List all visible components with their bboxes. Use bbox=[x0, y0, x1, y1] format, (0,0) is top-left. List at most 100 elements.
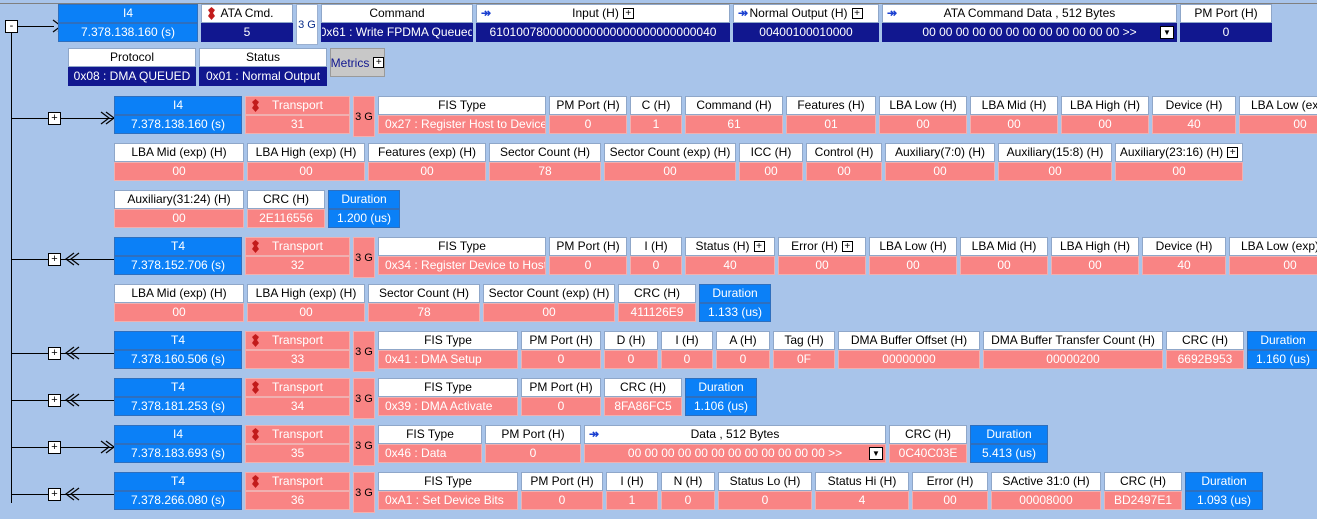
field-header-label: Normal Output (H) bbox=[749, 6, 848, 20]
field-auxiliary-31-24-h: Auxiliary(31:24) (H) 00 bbox=[114, 190, 244, 228]
dropdown-caret-icon[interactable]: ▼ bbox=[1160, 26, 1174, 39]
metrics-button[interactable]: Metrics + bbox=[330, 48, 385, 77]
field-auxiliary-15-8-h: Auxiliary(15:8) (H) 00 bbox=[998, 143, 1112, 181]
field-dma-buffer-offset-h: DMA Buffer Offset (H) 00000000 bbox=[838, 331, 980, 372]
field-sector-count-h: Sector Count (H) 78 bbox=[368, 284, 480, 322]
field-value-text: 0 bbox=[627, 352, 635, 366]
field-header-label: Transport bbox=[272, 239, 323, 253]
field-value-text: 0xA1 : Set Device Bits bbox=[385, 493, 504, 507]
speed-indicator: 3 G bbox=[353, 331, 375, 372]
field-header-label: T4 bbox=[170, 474, 185, 488]
field-pm-port-h: PM Port (H) 0 bbox=[521, 378, 601, 419]
field-value-text: 7.378.138.160 (s) bbox=[130, 117, 226, 131]
tree-branch bbox=[18, 26, 54, 27]
field-value: 4 bbox=[815, 491, 909, 510]
field-header: LBA Mid (H) bbox=[970, 96, 1058, 115]
field-sector-count-exp-h: Sector Count (exp) (H) 00 bbox=[483, 284, 615, 322]
field-header: N (H) bbox=[661, 472, 715, 491]
field-header: PM Port (H) bbox=[521, 331, 601, 350]
transport-cell: Transport 36 bbox=[245, 472, 350, 513]
field-tag-h: Tag (H) 0F bbox=[773, 331, 835, 372]
field-value: 411126E9 bbox=[618, 303, 696, 322]
field-value: 00 bbox=[368, 162, 486, 181]
field-value-text: 1 bbox=[652, 117, 660, 131]
field-value: 0xA1 : Set Device Bits bbox=[378, 491, 518, 510]
tree-toggle-frame-set-device-bits[interactable]: + bbox=[48, 488, 61, 501]
field-header-label: LBA Low (exp) (H) bbox=[1240, 239, 1317, 253]
field-value: 00 bbox=[869, 256, 957, 275]
field-header-label: N (H) bbox=[673, 474, 703, 488]
field-value-text: 00 bbox=[997, 258, 1011, 272]
field-header-label: T4 bbox=[170, 239, 185, 253]
field-value: 1 bbox=[606, 491, 658, 510]
field-value-text: 00 bbox=[1048, 164, 1062, 178]
field-duration: Duration 1.093 (us) bbox=[1185, 472, 1263, 513]
field-value: 34 bbox=[245, 397, 350, 416]
field-value: 7.378.160.506 (s) bbox=[114, 350, 242, 369]
field-value: 32 bbox=[245, 256, 350, 275]
field-value: 00400100010000 bbox=[733, 23, 879, 42]
field-header-label: LBA High (exp) (H) bbox=[255, 145, 357, 159]
ata-command-cell: ATA Cmd. 5 bbox=[201, 4, 293, 42]
field-value: 1.160 (us) bbox=[1247, 350, 1317, 369]
frame-line: I4 7.378.183.693 (s) Transport 35 3 G FIS Typ… bbox=[114, 425, 1051, 466]
field-value-text: 40 bbox=[1187, 117, 1201, 131]
tree-toggle-root[interactable]: - bbox=[5, 20, 18, 33]
tree-toggle-frame-register-host-to-device[interactable]: + bbox=[48, 112, 61, 125]
tree-toggle-frame-dma-activate[interactable]: + bbox=[48, 394, 61, 407]
field-header-label: LBA High (H) bbox=[1059, 239, 1131, 253]
field-value: 0x01 : Normal Output bbox=[199, 67, 327, 86]
field-header: Device (H) bbox=[1152, 96, 1236, 115]
field-header: CRC (H) bbox=[618, 284, 696, 303]
field-value: 00 bbox=[604, 162, 736, 181]
field-value-text: 40 bbox=[1177, 258, 1191, 272]
field-header-label: Status Hi (H) bbox=[827, 474, 897, 488]
tree-toggle-frame-register-device-to-host[interactable]: + bbox=[48, 253, 61, 266]
field-header: SActive 31:0 (H) bbox=[991, 472, 1101, 491]
field-value: 01 bbox=[786, 115, 876, 134]
field-header: Device (H) bbox=[1142, 237, 1226, 256]
field-header: Status Hi (H) bbox=[815, 472, 909, 491]
field-header-label: I (H) bbox=[620, 474, 644, 488]
speed-indicator: 3 G bbox=[353, 425, 375, 466]
field-header: Duration bbox=[328, 190, 400, 209]
field-pm-port-h: PM Port (H) 0 bbox=[549, 96, 627, 137]
field-value: 0 bbox=[716, 350, 770, 369]
expand-field-button[interactable]: + bbox=[622, 8, 634, 19]
field-header: Auxiliary(23:16) (H) + bbox=[1115, 143, 1243, 162]
field-error-h: Error (H) +00 bbox=[778, 237, 866, 278]
field-header-label: LBA Mid (exp) (H) bbox=[131, 286, 227, 300]
field-value-text: 00 bbox=[1098, 117, 1112, 131]
field-header: PM Port (H) bbox=[521, 472, 603, 491]
expand-field-button[interactable]: + bbox=[753, 241, 765, 252]
field-value-text: 0 bbox=[1222, 25, 1230, 39]
field-value-text: 7.378.183.693 (s) bbox=[130, 446, 226, 460]
expand-field-button[interactable]: + bbox=[841, 241, 853, 252]
field-header-label: Device (H) bbox=[1155, 239, 1213, 253]
tree-toggle-frame-data[interactable]: + bbox=[48, 441, 61, 454]
field-header-label: Tag (H) bbox=[784, 333, 824, 347]
field-a-h: A (H) 0 bbox=[716, 331, 770, 372]
field-header: Transport bbox=[245, 331, 350, 350]
field-value-text: 1.106 (us) bbox=[693, 399, 749, 413]
field-value: 0x61 : Write FPDMA Queued bbox=[321, 23, 473, 42]
field-header: T4 bbox=[114, 237, 242, 256]
field-value-text: 00 bbox=[764, 164, 778, 178]
tree-toggle-frame-dma-setup[interactable]: + bbox=[48, 347, 61, 360]
field-value: 00 00 00 00 00 00 00 00 00 00 00 00 >> ▼ bbox=[882, 23, 1177, 42]
field-value-text: 5 bbox=[243, 25, 251, 39]
dropdown-caret-icon[interactable]: ▼ bbox=[869, 447, 883, 460]
field-value: 00 bbox=[806, 162, 882, 181]
field-header-label: Protocol bbox=[109, 50, 155, 64]
expand-field-button[interactable]: + bbox=[1227, 147, 1239, 158]
field-value: 1.133 (us) bbox=[699, 303, 771, 322]
field-value: 00 bbox=[970, 115, 1058, 134]
field-value: 0 bbox=[549, 256, 627, 275]
field-value-text: 31 bbox=[290, 117, 305, 131]
field-value-text: 34 bbox=[290, 399, 305, 413]
expand-metrics-button[interactable]: + bbox=[373, 57, 385, 68]
field-header-label: PM Port (H) bbox=[529, 380, 593, 394]
field-header: CRC (H) bbox=[604, 378, 682, 397]
expand-field-button[interactable]: + bbox=[851, 8, 863, 19]
field-value: 0 bbox=[521, 491, 603, 510]
